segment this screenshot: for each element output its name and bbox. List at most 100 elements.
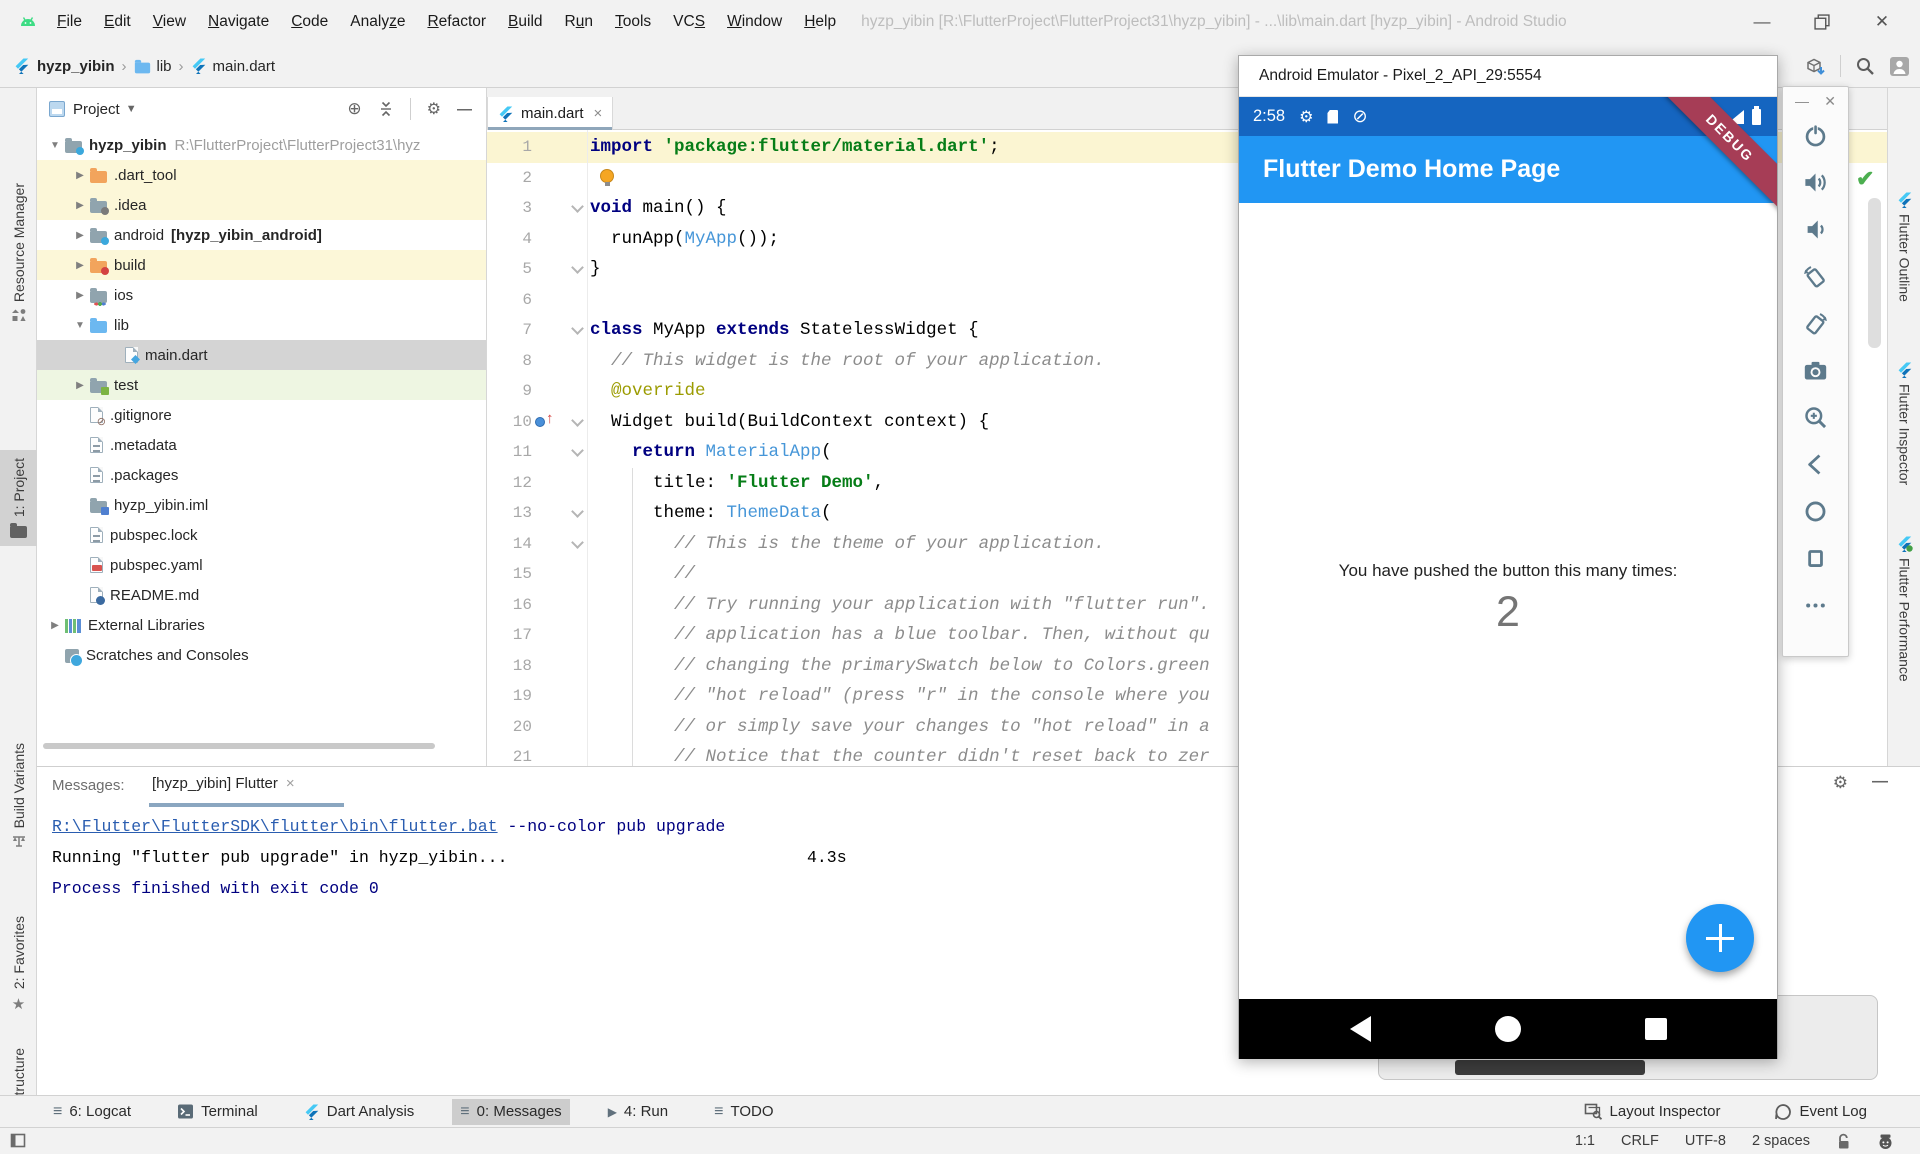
tree-item-hyzp-yibin-iml[interactable]: hyzp_yibin.iml <box>37 490 486 520</box>
editor-scrollbar[interactable] <box>1868 198 1881 348</box>
toolwindow-button-6-logcat[interactable]: ≡6: Logcat <box>45 1099 139 1125</box>
tree-arrow-icon[interactable]: ▶ <box>70 260 90 271</box>
tree-item-main-dart[interactable]: main.dart <box>37 340 486 370</box>
tree-arrow-icon[interactable]: ▶ <box>70 290 90 301</box>
chevron-down-icon[interactable]: ▼ <box>126 103 137 115</box>
close-icon[interactable]: ✕ <box>1852 2 1912 42</box>
tool-strip-flutter-performance[interactable]: Flutter Performance <box>1888 536 1920 682</box>
search-icon[interactable] <box>1855 56 1875 76</box>
toolwindow-button-todo[interactable]: ≡TODO <box>706 1099 781 1125</box>
console-link[interactable]: R:\Flutter\FlutterSDK\flutter\bin\flutte… <box>52 817 498 836</box>
emulator-close-icon[interactable]: ✕ <box>1824 93 1836 110</box>
tree-arrow-icon[interactable]: ▶ <box>70 230 90 241</box>
tree-item-external-libraries[interactable]: ▶External Libraries <box>37 610 486 640</box>
tree-item-ios[interactable]: ▶ios <box>37 280 486 310</box>
breadcrumb-project[interactable]: hyzp_yibin <box>37 58 115 75</box>
tool-strip-flutter-outline[interactable]: Flutter Outline <box>1888 192 1920 302</box>
menu-tools[interactable]: Tools <box>604 13 662 31</box>
menu-file[interactable]: File <box>46 13 93 31</box>
tree-item-pubspec-lock[interactable]: pubspec.lock <box>37 520 486 550</box>
hide-panel-icon[interactable]: — <box>1872 773 1888 793</box>
minimize-icon[interactable]: — <box>1732 2 1792 42</box>
intention-bulb-icon[interactable] <box>600 169 614 183</box>
tree-item--idea[interactable]: ▶.idea <box>37 190 486 220</box>
menu-help[interactable]: Help <box>793 13 847 31</box>
menu-vcs[interactable]: VCS <box>662 13 716 31</box>
tree-item-hyzp-yibin[interactable]: ▼hyzp_yibinR:\FlutterProject\FlutterProj… <box>37 130 486 160</box>
maximize-icon[interactable] <box>1792 2 1852 42</box>
locate-icon[interactable]: ⊕ <box>347 99 361 119</box>
more-icon[interactable] <box>1802 592 1829 619</box>
project-panel-title[interactable]: Project <box>73 101 120 118</box>
home-icon[interactable] <box>1802 498 1829 525</box>
menu-view[interactable]: View <box>142 13 197 31</box>
menu-code[interactable]: Code <box>280 13 339 31</box>
power-icon[interactable] <box>1802 122 1829 149</box>
tool-strip-resource-manager[interactable]: Resource Manager <box>0 183 37 323</box>
hide-icon[interactable]: — <box>457 101 472 118</box>
settings-gear-icon[interactable]: ⚙ <box>1833 773 1848 793</box>
toggle-toolwindows-icon[interactable] <box>10 1133 28 1149</box>
messages-tab-flutter[interactable]: [hyzp_yibin] Flutter × <box>152 775 295 792</box>
tree-item-android[interactable]: ▶android[hyzp_yibin_android] <box>37 220 486 250</box>
collapse-all-icon[interactable] <box>378 101 394 117</box>
menu-build[interactable]: Build <box>497 13 553 31</box>
inspection-ok-icon[interactable]: ✔ <box>1856 166 1874 192</box>
overview-icon[interactable] <box>1802 545 1829 572</box>
tree-item--packages[interactable]: .packages <box>37 460 486 490</box>
menu-analyze[interactable]: Analyze <box>339 13 416 31</box>
menu-navigate[interactable]: Navigate <box>197 13 280 31</box>
nav-home-icon[interactable] <box>1495 1016 1521 1042</box>
tree-item-readme-md[interactable]: README.md <box>37 580 486 610</box>
fab-add-button[interactable] <box>1686 904 1754 972</box>
tree-item-pubspec-yaml[interactable]: pubspec.yaml <box>37 550 486 580</box>
tool-strip-2-favorites[interactable]: 2: Favorites★ <box>0 916 37 1013</box>
toolwindow-button-dart-analysis[interactable]: Dart Analysis <box>296 1099 423 1125</box>
caret-position[interactable]: 1:1 <box>1575 1133 1595 1149</box>
rotate-left-icon[interactable] <box>1802 263 1829 290</box>
close-tab-icon[interactable]: × <box>594 105 603 122</box>
tree-item--dart-tool[interactable]: ▶.dart_tool <box>37 160 486 190</box>
back-icon[interactable] <box>1802 451 1829 478</box>
toolwindow-button-4-run[interactable]: ▶4: Run <box>600 1099 676 1125</box>
run-line-marker-icon[interactable]: ↑ <box>535 414 557 430</box>
line-separator[interactable]: CRLF <box>1621 1133 1659 1149</box>
tree-item-build[interactable]: ▶build <box>37 250 486 280</box>
tab-main-dart[interactable]: main.dart × <box>487 97 613 130</box>
volume-down-icon[interactable] <box>1802 216 1829 243</box>
breadcrumb-file[interactable]: main.dart <box>213 58 276 75</box>
nav-back-icon[interactable] <box>1350 1016 1371 1042</box>
sdk-manager-icon[interactable] <box>1805 56 1826 77</box>
settings-gear-icon[interactable]: ⚙ <box>427 99 441 119</box>
toolwindow-button-terminal[interactable]: Terminal <box>169 1099 266 1125</box>
zoom-icon[interactable] <box>1802 404 1829 431</box>
screenshot-icon[interactable] <box>1802 357 1829 384</box>
tool-strip-flutter-inspector[interactable]: Flutter Inspector <box>1888 362 1920 485</box>
emulator-screen[interactable]: 2:58 ⚙ ⊘ Flutter Demo Home Page DEBUG Yo… <box>1239 97 1777 1059</box>
notifications-icon[interactable] <box>1877 1133 1894 1150</box>
menu-refactor[interactable]: Refactor <box>416 13 497 31</box>
tree-arrow-icon[interactable]: ▶ <box>70 200 90 211</box>
tree-item-scratches-and-consoles[interactable]: Scratches and Consoles <box>37 640 486 670</box>
breadcrumb-folder[interactable]: lib <box>157 58 172 75</box>
toolwindow-button-event-log[interactable]: Event Log <box>1766 1099 1875 1125</box>
tree-item-test[interactable]: ▶test <box>37 370 486 400</box>
profile-icon[interactable] <box>1889 56 1910 77</box>
indent-setting[interactable]: 2 spaces <box>1752 1133 1810 1149</box>
nav-overview-icon[interactable] <box>1645 1018 1667 1040</box>
tree-item-lib[interactable]: ▼lib <box>37 310 486 340</box>
menu-edit[interactable]: Edit <box>93 13 142 31</box>
emulator-title-bar[interactable]: Android Emulator - Pixel_2_API_29:5554 <box>1239 56 1777 97</box>
tree-arrow-icon[interactable]: ▼ <box>45 140 65 151</box>
tree-arrow-icon[interactable]: ▶ <box>45 620 65 631</box>
volume-up-icon[interactable] <box>1802 169 1829 196</box>
tool-strip-1-project[interactable]: 1: Project <box>0 450 37 546</box>
tree-arrow-icon[interactable]: ▶ <box>70 170 90 181</box>
tree-item--metadata[interactable]: .metadata <box>37 430 486 460</box>
tree-arrow-icon[interactable]: ▶ <box>70 380 90 391</box>
tool-strip-build-variants[interactable]: Build Variants <box>0 743 37 849</box>
menu-window[interactable]: Window <box>716 13 793 31</box>
file-encoding[interactable]: UTF-8 <box>1685 1133 1726 1149</box>
readonly-lock-icon[interactable] <box>1836 1133 1851 1150</box>
tree-arrow-icon[interactable]: ▼ <box>70 320 90 331</box>
